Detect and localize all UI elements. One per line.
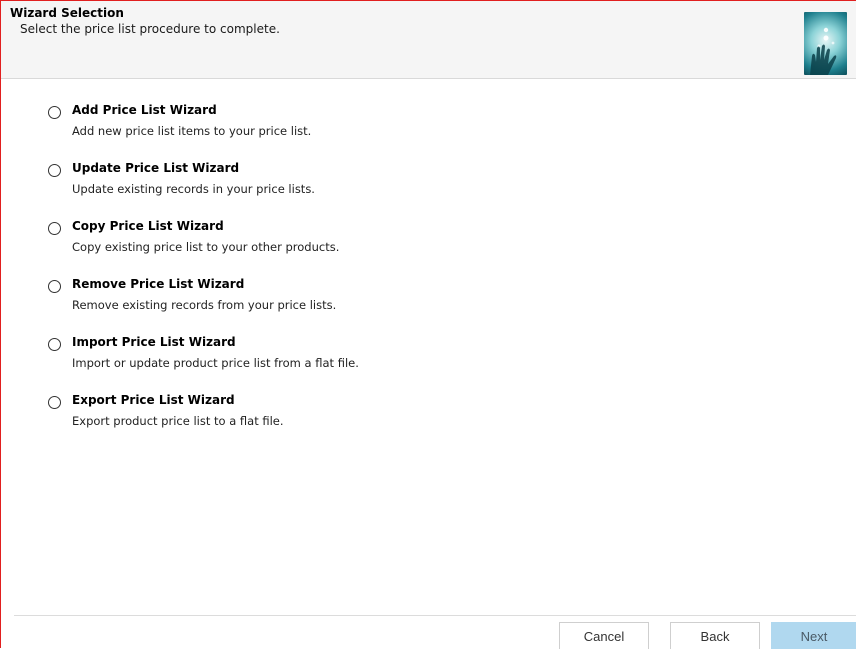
- option-update-price-list[interactable]: Update Price List Wizard Update existing…: [48, 136, 608, 196]
- option-title[interactable]: Add Price List Wizard: [72, 103, 217, 117]
- option-title[interactable]: Remove Price List Wizard: [72, 277, 244, 291]
- option-title[interactable]: Export Price List Wizard: [72, 393, 235, 407]
- cancel-button[interactable]: Cancel: [559, 622, 649, 649]
- option-copy-price-list[interactable]: Copy Price List Wizard Copy existing pri…: [48, 194, 608, 254]
- radio-import-price-list[interactable]: [48, 338, 61, 351]
- option-remove-price-list[interactable]: Remove Price List Wizard Remove existing…: [48, 252, 608, 312]
- option-description: Export product price list to a flat file…: [72, 414, 284, 428]
- option-add-price-list[interactable]: Add Price List Wizard Add new price list…: [48, 78, 608, 138]
- radio-remove-price-list[interactable]: [48, 280, 61, 293]
- wizard-window: Wizard Selection Select the price list p…: [0, 0, 856, 649]
- wizard-header: Wizard Selection Select the price list p…: [1, 1, 856, 79]
- option-title[interactable]: Import Price List Wizard: [72, 335, 236, 349]
- option-title[interactable]: Update Price List Wizard: [72, 161, 239, 175]
- footer-divider: [14, 615, 856, 616]
- option-title[interactable]: Copy Price List Wizard: [72, 219, 224, 233]
- next-button[interactable]: Next: [771, 622, 856, 649]
- option-export-price-list[interactable]: Export Price List Wizard Export product …: [48, 368, 608, 428]
- option-import-price-list[interactable]: Import Price List Wizard Import or updat…: [48, 310, 608, 370]
- radio-export-price-list[interactable]: [48, 396, 61, 409]
- radio-update-price-list[interactable]: [48, 164, 61, 177]
- radio-copy-price-list[interactable]: [48, 222, 61, 235]
- page-subtitle: Select the price list procedure to compl…: [20, 22, 280, 36]
- radio-add-price-list[interactable]: [48, 106, 61, 119]
- back-button[interactable]: Back: [670, 622, 760, 649]
- page-title: Wizard Selection: [10, 6, 124, 20]
- wizard-hand-icon: [804, 12, 847, 75]
